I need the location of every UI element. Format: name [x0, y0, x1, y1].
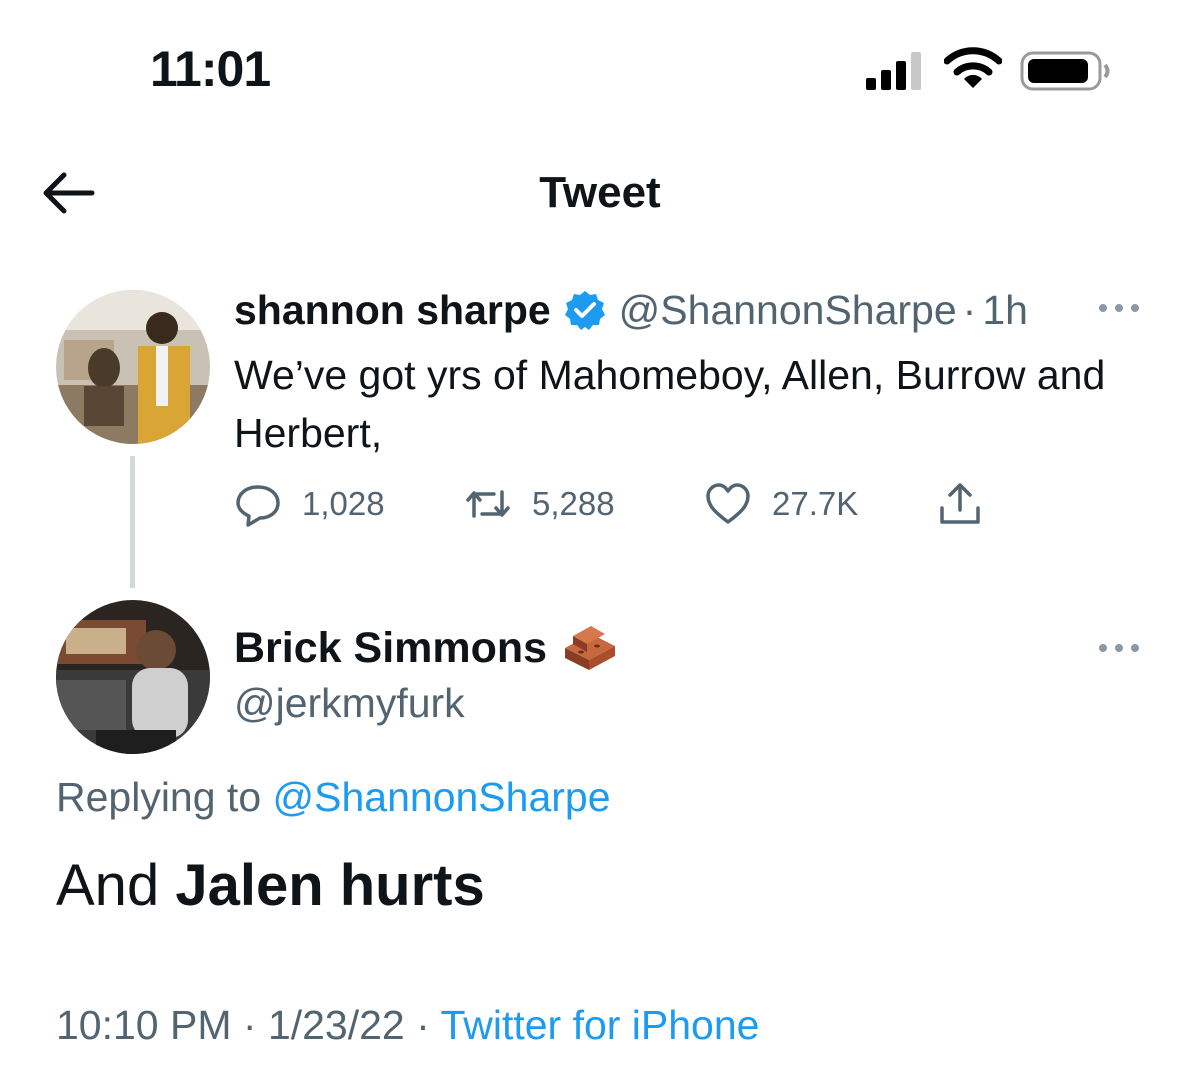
- page-title: Tweet: [539, 168, 661, 217]
- replying-prefix: Replying to: [56, 774, 273, 820]
- avatar[interactable]: [56, 600, 210, 754]
- reply-count: 1,028: [302, 485, 385, 522]
- status-time: 11:01: [150, 41, 271, 97]
- share-button[interactable]: [936, 478, 1004, 530]
- signal-icon: [866, 52, 921, 90]
- like-icon: [706, 483, 750, 524]
- reply-text-bold: Jalen hurts: [175, 853, 485, 918]
- tweet-header: shannon sharpe @ShannonSharpe · 1h: [234, 285, 1028, 335]
- tweet-time: 10:10 PM: [56, 1002, 232, 1048]
- wifi-icon: [944, 47, 1002, 88]
- tweet-text: We’ve got yrs of Mahomeboy, Allen, Burro…: [234, 352, 1106, 456]
- reply-author-name[interactable]: Brick Simmons: [234, 624, 547, 673]
- retweet-button[interactable]: 5,288: [464, 478, 615, 530]
- battery-icon: [1020, 51, 1110, 91]
- verified-badge-icon: [564, 291, 605, 330]
- replying-to-link[interactable]: @ShannonSharpe: [273, 774, 611, 820]
- reply-button[interactable]: 1,028: [234, 478, 385, 530]
- author-name[interactable]: shannon sharpe: [234, 287, 551, 334]
- thread-connector-line: [130, 456, 135, 588]
- reply-author-handle[interactable]: @jerkmyfurk: [234, 680, 465, 727]
- tweet-age: 1h: [982, 286, 1028, 333]
- reply-text: And Jalen hurts: [56, 852, 485, 919]
- separator-dot: ·: [404, 1002, 441, 1048]
- reply-icon: [236, 485, 280, 527]
- retweet-count: 5,288: [532, 485, 615, 522]
- author-handle[interactable]: @ShannonSharpe: [619, 287, 957, 334]
- replying-to: Replying to @ShannonSharpe: [56, 774, 611, 821]
- tweet-source-link[interactable]: Twitter for iPhone: [440, 1002, 759, 1048]
- tweet-metadata: 10:10 PM · 1/23/22 · Twitter for iPhone: [56, 1002, 759, 1049]
- more-icon[interactable]: [1096, 296, 1142, 320]
- share-icon: [940, 483, 980, 524]
- separator-dot: ·: [231, 1002, 268, 1048]
- retweet-icon: [466, 490, 510, 518]
- more-icon[interactable]: [1096, 636, 1142, 660]
- separator-dot: ·: [962, 286, 977, 333]
- like-button[interactable]: 27.7K: [704, 478, 858, 530]
- avatar[interactable]: [56, 290, 210, 444]
- reply-text-plain: And: [56, 853, 176, 918]
- reply-author: Brick Simmons: [234, 622, 619, 674]
- tweet-date: 1/23/22: [267, 1002, 405, 1048]
- brick-emoji-icon: [565, 626, 616, 670]
- like-count: 27.7K: [772, 485, 859, 522]
